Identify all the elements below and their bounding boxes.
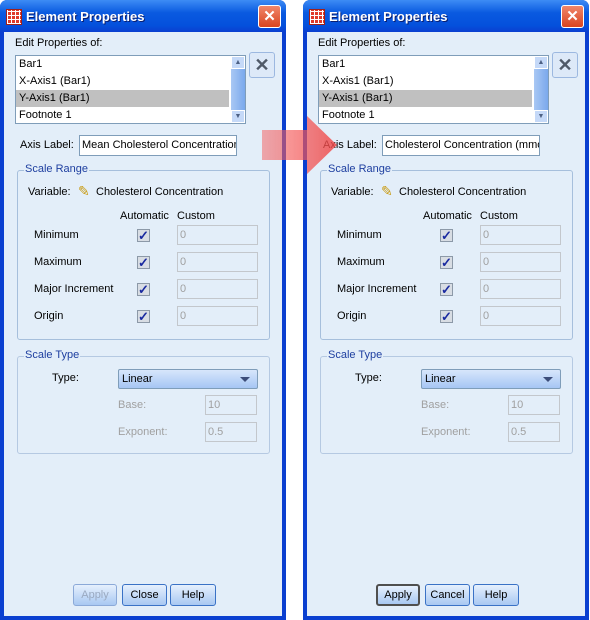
base-label: Base: (421, 399, 450, 411)
automatic-checkbox[interactable]: ✓ (440, 283, 453, 296)
scale-type-title: Scale Type (327, 349, 384, 361)
title-bar[interactable]: Element Properties ✕ (0, 0, 286, 32)
dialog-body: Edit Properties of: Bar1 X-Axis1 (Bar1) … (4, 32, 282, 616)
close-window-button[interactable]: ✕ (258, 5, 281, 28)
scale-range-group: Scale Range Variable: ✎ Cholesterol Conc… (17, 163, 270, 340)
scale-row-label: Minimum (34, 229, 79, 241)
exponent-input[interactable]: 0.5 (205, 422, 257, 442)
custom-header: Custom (480, 210, 518, 222)
variable-name: Cholesterol Concentration (96, 186, 224, 198)
scale-row-label: Major Increment (34, 283, 114, 295)
list-item[interactable]: X-Axis1 (Bar1) (319, 73, 532, 90)
chevron-down-icon (240, 377, 250, 382)
ruler-scale-icon: ✎ (78, 183, 90, 199)
type-label: Type: (52, 372, 79, 384)
list-item[interactable]: Footnote 1 (319, 107, 532, 124)
delete-element-button[interactable]: ✕ (552, 52, 578, 78)
app-table-icon (309, 9, 325, 25)
elements-listbox[interactable]: Bar1 X-Axis1 (Bar1) Y-Axis1 (Bar1) Footn… (318, 55, 549, 124)
scale-type-title: Scale Type (24, 349, 81, 361)
elements-listbox[interactable]: Bar1 X-Axis1 (Bar1) Y-Axis1 (Bar1) Footn… (15, 55, 246, 124)
exponent-input[interactable]: 0.5 (508, 422, 560, 442)
close-button[interactable]: Cancel (425, 584, 470, 606)
chevron-down-icon (543, 377, 553, 382)
scale-type-value: Linear (425, 373, 456, 385)
automatic-checkbox[interactable]: ✓ (137, 256, 150, 269)
type-label: Type: (355, 372, 382, 384)
transition-arrow (262, 116, 337, 174)
custom-value-input[interactable]: 0 (480, 225, 561, 245)
exponent-label: Exponent: (421, 426, 471, 438)
list-item-selected[interactable]: Y-Axis1 (Bar1) (16, 90, 229, 107)
scale-row-label: Maximum (337, 256, 385, 268)
automatic-checkbox[interactable]: ✓ (440, 229, 453, 242)
scale-range-title: Scale Range (24, 163, 89, 175)
apply-button[interactable]: Apply (73, 584, 117, 606)
scroll-up-icon[interactable]: ▲ (534, 56, 548, 69)
automatic-header: Automatic (120, 210, 169, 222)
scale-row-label: Maximum (34, 256, 82, 268)
custom-value-input[interactable]: 0 (177, 306, 258, 326)
edit-properties-label: Edit Properties of: (318, 37, 406, 49)
exponent-label: Exponent: (118, 426, 168, 438)
scale-row-label: Major Increment (337, 283, 417, 295)
base-input[interactable]: 10 (508, 395, 560, 415)
dialog-body: Edit Properties of: Bar1 X-Axis1 (Bar1) … (307, 32, 585, 616)
automatic-checkbox[interactable]: ✓ (440, 310, 453, 323)
arrow-shape (262, 116, 337, 174)
scale-row-label: Origin (337, 310, 367, 322)
scrollbar[interactable]: ▲ ▼ (534, 56, 548, 123)
list-item-selected[interactable]: Y-Axis1 (Bar1) (319, 90, 532, 107)
element-properties-dialog: Element Properties ✕ Edit Properties of:… (303, 0, 589, 620)
axis-label-input[interactable]: Mean Cholesterol Concentration (79, 135, 237, 156)
scroll-down-icon[interactable]: ▼ (534, 110, 548, 123)
scale-row-label: Origin (34, 310, 64, 322)
automatic-checkbox[interactable]: ✓ (440, 256, 453, 269)
custom-value-input[interactable]: 0 (177, 252, 258, 272)
title-bar[interactable]: Element Properties ✕ (303, 0, 589, 32)
custom-header: Custom (177, 210, 215, 222)
ruler-scale-icon: ✎ (381, 183, 393, 199)
automatic-header: Automatic (423, 210, 472, 222)
variable-label: Variable: (28, 186, 71, 198)
custom-value-input[interactable]: 0 (177, 279, 258, 299)
dialog-title: Element Properties (26, 9, 145, 24)
scale-row-label: Minimum (337, 229, 382, 241)
automatic-checkbox[interactable]: ✓ (137, 283, 150, 296)
scroll-up-icon[interactable]: ▲ (231, 56, 245, 69)
scrollbar[interactable]: ▲ ▼ (231, 56, 245, 123)
scale-type-dropdown[interactable]: Linear (421, 369, 561, 389)
custom-value-input[interactable]: 0 (480, 306, 561, 326)
help-button[interactable]: Help (473, 584, 519, 606)
dialog-title: Element Properties (329, 9, 448, 24)
base-label: Base: (118, 399, 147, 411)
apply-button[interactable]: Apply (376, 584, 420, 606)
custom-value-input[interactable]: 0 (177, 225, 258, 245)
custom-value-input[interactable]: 0 (480, 252, 561, 272)
automatic-checkbox[interactable]: ✓ (137, 229, 150, 242)
axis-label-input[interactable]: Cholesterol Concentration (mmol/L) (382, 135, 540, 156)
help-button[interactable]: Help (170, 584, 216, 606)
scale-type-dropdown[interactable]: Linear (118, 369, 258, 389)
list-item[interactable]: X-Axis1 (Bar1) (16, 73, 229, 90)
axis-label-label: Axis Label: (20, 139, 74, 151)
custom-value-input[interactable]: 0 (480, 279, 561, 299)
close-button[interactable]: Close (122, 584, 167, 606)
scale-range-group: Scale Range Variable: ✎ Cholesterol Conc… (320, 163, 573, 340)
list-item[interactable]: Bar1 (319, 56, 532, 73)
scale-type-value: Linear (122, 373, 153, 385)
edit-properties-label: Edit Properties of: (15, 37, 103, 49)
delete-element-button[interactable]: ✕ (249, 52, 275, 78)
element-properties-dialog: Element Properties ✕ Edit Properties of:… (0, 0, 286, 620)
base-input[interactable]: 10 (205, 395, 257, 415)
automatic-checkbox[interactable]: ✓ (137, 310, 150, 323)
list-item[interactable]: Bar1 (16, 56, 229, 73)
scroll-down-icon[interactable]: ▼ (231, 110, 245, 123)
variable-label: Variable: (331, 186, 374, 198)
variable-name: Cholesterol Concentration (399, 186, 527, 198)
close-window-button[interactable]: ✕ (561, 5, 584, 28)
list-item[interactable]: Footnote 1 (16, 107, 229, 124)
app-table-icon (6, 9, 22, 25)
